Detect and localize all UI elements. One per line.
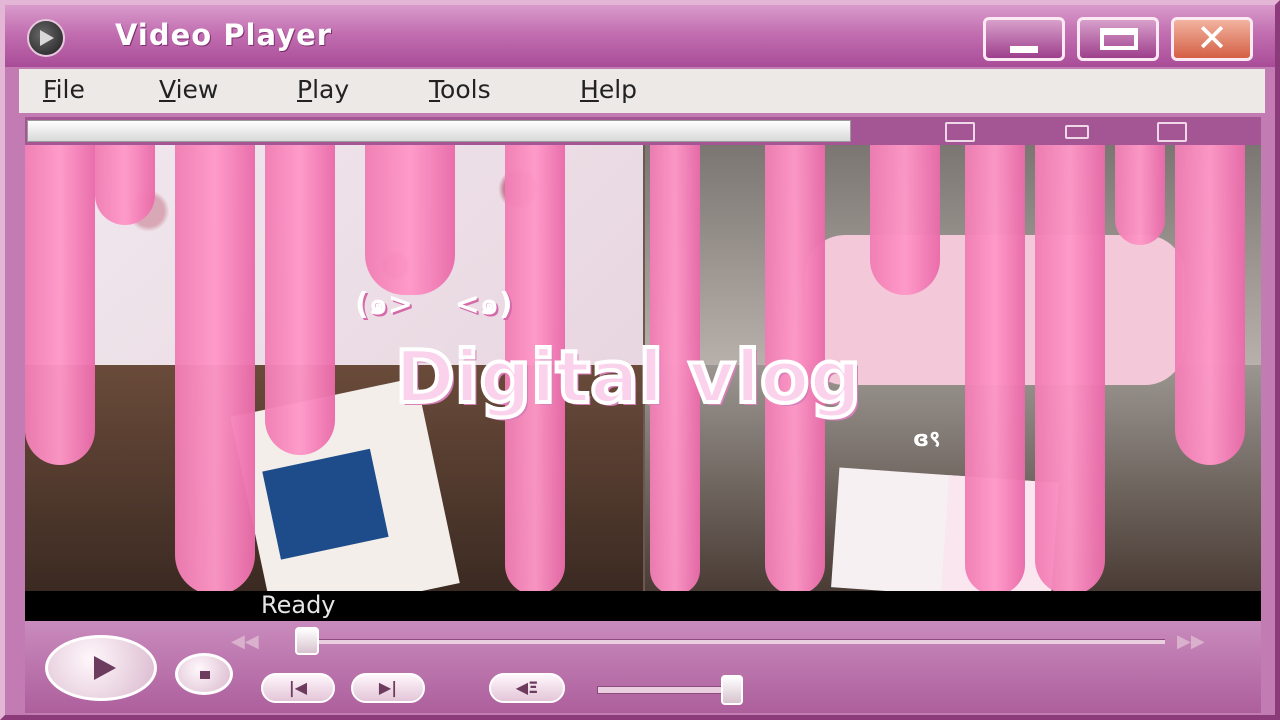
window-title: Video Player: [115, 18, 333, 52]
play-button[interactable]: [45, 635, 157, 701]
video-player-window: Video Player ✕ File View Play Tools Help: [0, 0, 1280, 720]
maximize-button[interactable]: [1077, 17, 1159, 61]
maximize-icon: [1100, 28, 1138, 50]
menu-help[interactable]: Help: [580, 75, 637, 104]
compact-mode-icon[interactable]: [1065, 125, 1089, 139]
menu-bar: File View Play Tools Help: [19, 69, 1265, 113]
vlog-title-overlay: Digital vlog: [393, 333, 863, 421]
stop-button[interactable]: [175, 653, 233, 695]
media-player-icon: [27, 19, 65, 57]
speaker-icon: ◀Ξ: [515, 678, 539, 697]
menu-play[interactable]: Play: [297, 75, 349, 104]
pink-drip: [175, 145, 255, 591]
screen-mode-icon[interactable]: [945, 122, 975, 142]
menu-tools[interactable]: Tools: [429, 75, 491, 104]
title-bar[interactable]: Video Player ✕: [5, 5, 1275, 67]
menu-file[interactable]: File: [43, 75, 85, 104]
pink-drip: [365, 145, 455, 295]
pink-drip: [1175, 145, 1245, 465]
seek-slider-handle[interactable]: [295, 627, 319, 655]
pink-drip: [965, 145, 1025, 591]
volume-slider-handle[interactable]: [721, 675, 743, 705]
kaomoji-sticker: (๑> <๑): [355, 287, 513, 322]
next-icon: ▶|: [378, 678, 398, 697]
minimize-icon: [1010, 46, 1038, 53]
previous-button[interactable]: |◀: [261, 673, 335, 703]
pink-drip: [95, 145, 155, 225]
close-icon: ✕: [1196, 16, 1228, 60]
minimize-button[interactable]: [983, 17, 1065, 61]
pink-drip: [25, 145, 95, 465]
seek-track[interactable]: [305, 639, 1165, 644]
top-toolbar-strip: [25, 117, 1261, 145]
rewind-icon[interactable]: ◀◀: [231, 631, 259, 652]
volume-track[interactable]: [597, 686, 737, 694]
next-button[interactable]: ▶|: [351, 673, 425, 703]
play-icon: [94, 656, 116, 680]
mini-face-sticker: ɞ९: [913, 427, 941, 452]
skin-mode-icon[interactable]: [1157, 122, 1187, 142]
pink-drip: [1115, 145, 1165, 245]
video-display[interactable]: (๑> <๑) Digital vlog ɞ९: [25, 145, 1261, 591]
status-text: Ready: [261, 591, 336, 619]
playback-controls: ◀◀ ▶▶ |◀ ▶| ◀Ξ: [25, 621, 1261, 713]
menu-view[interactable]: View: [159, 75, 218, 104]
mute-button[interactable]: ◀Ξ: [489, 673, 565, 703]
pink-drip: [265, 145, 335, 455]
pink-drip: [870, 145, 940, 295]
pink-drip: [1035, 145, 1105, 591]
stop-icon: [200, 671, 210, 679]
status-bar: Ready: [25, 591, 1261, 621]
buffer-progress-bar: [27, 120, 851, 142]
previous-icon: |◀: [288, 678, 308, 697]
close-button[interactable]: ✕: [1171, 16, 1253, 61]
fast-forward-icon[interactable]: ▶▶: [1177, 631, 1205, 652]
